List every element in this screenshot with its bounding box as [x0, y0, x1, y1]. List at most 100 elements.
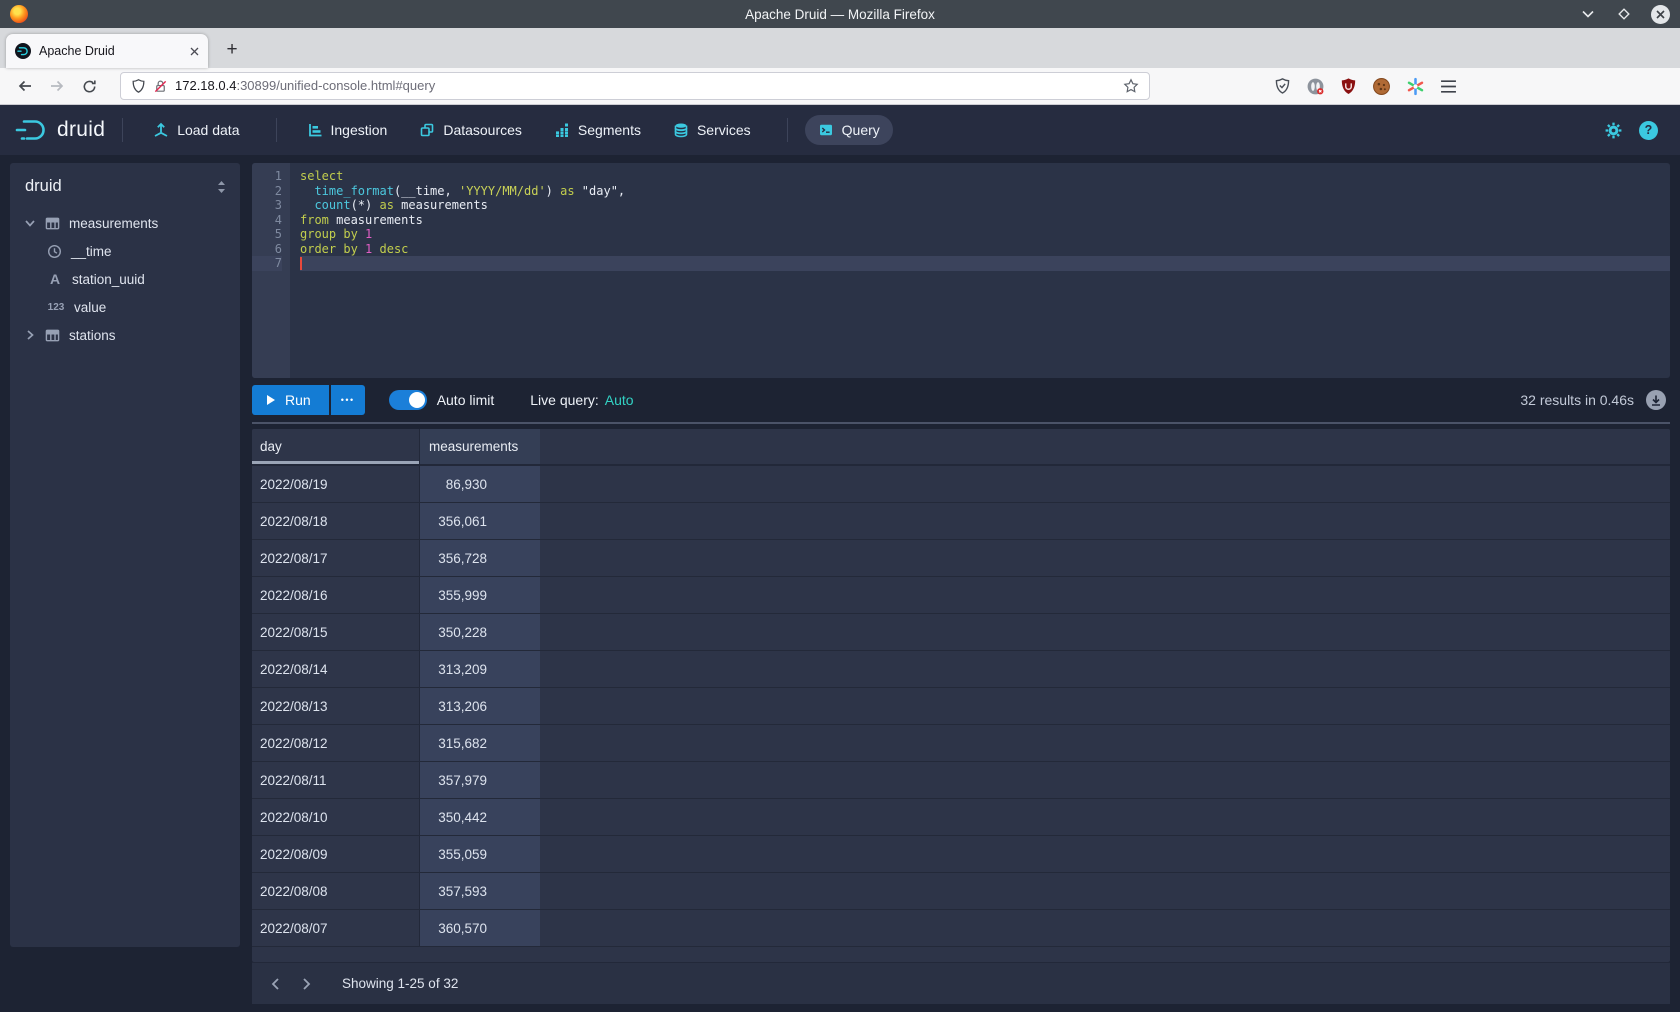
sidebar-item-measurements[interactable]: measurements [10, 209, 240, 237]
cookie-icon[interactable] [1372, 77, 1391, 96]
live-query-value[interactable]: Auto [605, 392, 634, 408]
table-row: 2022/08/12315,682 [252, 725, 1670, 762]
tab-bar: Apache Druid + [0, 28, 1680, 68]
chevron-right-icon[interactable] [24, 330, 36, 340]
druid-brand[interactable]: druid [14, 117, 105, 143]
cell-day[interactable]: 2022/08/17 [252, 540, 420, 576]
back-button[interactable] [10, 72, 40, 100]
druid-navbar: druid Load data Ingestion [0, 105, 1680, 155]
table-row: 2022/08/11357,979 [252, 762, 1670, 799]
nav-segments[interactable]: Segments [541, 115, 654, 145]
nav-label: Datasources [443, 122, 522, 138]
cell-day[interactable]: 2022/08/19 [252, 466, 420, 502]
code-line [300, 256, 1670, 271]
tab-close-icon[interactable] [190, 47, 199, 56]
reload-button[interactable] [74, 72, 104, 100]
container-mask-icon[interactable] [1306, 77, 1325, 96]
cell-measurements[interactable]: 350,442 [420, 799, 540, 835]
cell-day[interactable]: 2022/08/07 [252, 910, 420, 946]
load-data-icon [153, 122, 169, 138]
header-filler [540, 429, 1670, 464]
cell-measurements[interactable]: 313,206 [420, 688, 540, 724]
cell-measurements[interactable]: 313,209 [420, 651, 540, 687]
line-number: 2 [252, 184, 282, 199]
cell-measurements[interactable]: 86,930 [420, 466, 540, 502]
table-row: 2022/08/1986,930 [252, 466, 1670, 503]
run-more-button[interactable]: ••• [331, 385, 365, 415]
druid-logo-icon [14, 117, 50, 143]
tree-label: measurements [69, 216, 158, 231]
double-caret-icon[interactable] [216, 180, 227, 194]
play-icon [266, 394, 276, 406]
cell-day[interactable]: 2022/08/18 [252, 503, 420, 539]
new-tab-button[interactable]: + [216, 34, 248, 66]
maximize-icon[interactable] [1615, 5, 1633, 23]
cell-day[interactable]: 2022/08/10 [252, 799, 420, 835]
close-icon[interactable] [1651, 5, 1670, 24]
cell-measurements[interactable]: 357,979 [420, 762, 540, 798]
url-host: 172.18.0.4 [175, 78, 236, 93]
sidebar-item-value[interactable]: 123 value [10, 293, 240, 321]
nav-datasources[interactable]: Datasources [406, 115, 535, 145]
table-row: 2022/08/09355,059 [252, 836, 1670, 873]
cell-measurements[interactable]: 355,999 [420, 577, 540, 613]
ublock-icon[interactable] [1340, 77, 1357, 95]
run-label: Run [285, 392, 311, 408]
cell-day[interactable]: 2022/08/08 [252, 873, 420, 909]
bookmark-star-icon[interactable] [1123, 78, 1139, 94]
insecure-lock-icon[interactable] [153, 79, 168, 94]
extension-asterisk-icon[interactable] [1406, 77, 1425, 96]
column-header-measurements[interactable]: measurements [420, 429, 540, 464]
settings-gear-icon[interactable] [1604, 121, 1623, 140]
cell-day[interactable]: 2022/08/15 [252, 614, 420, 650]
live-query-label: Live query: [530, 392, 598, 408]
prev-page-icon[interactable] [262, 971, 288, 997]
cell-day[interactable]: 2022/08/13 [252, 688, 420, 724]
table-header-row: daymeasurements [252, 429, 1670, 466]
cell-measurements[interactable]: 350,228 [420, 614, 540, 650]
row-filler [540, 836, 1670, 872]
shield-icon[interactable] [131, 78, 146, 94]
cell-day[interactable]: 2022/08/12 [252, 725, 420, 761]
next-page-icon[interactable] [294, 971, 320, 997]
cell-day[interactable]: 2022/08/09 [252, 836, 420, 872]
cell-measurements[interactable]: 315,682 [420, 725, 540, 761]
nav-services[interactable]: Services [660, 115, 764, 145]
help-icon[interactable]: ? [1639, 121, 1658, 140]
url-bar[interactable]: 172.18.0.4:30899/unified-console.html#qu… [120, 72, 1150, 100]
cell-day[interactable]: 2022/08/16 [252, 577, 420, 613]
chevron-down-icon[interactable] [24, 220, 36, 227]
nav-query[interactable]: Query [805, 115, 893, 145]
nav-load-data[interactable]: Load data [140, 115, 252, 145]
forward-button[interactable] [42, 72, 72, 100]
cell-measurements[interactable]: 355,059 [420, 836, 540, 872]
sidebar-item-station-uuid[interactable]: A station_uuid [10, 265, 240, 293]
auto-limit-label: Auto limit [437, 392, 495, 408]
cell-measurements[interactable]: 360,570 [420, 910, 540, 946]
cell-measurements[interactable]: 356,061 [420, 503, 540, 539]
tab-title: Apache Druid [39, 44, 182, 58]
table-icon [45, 216, 60, 231]
cell-measurements[interactable]: 356,728 [420, 540, 540, 576]
auto-limit-toggle[interactable] [389, 390, 427, 410]
run-button[interactable]: Run [252, 385, 329, 415]
minimize-icon[interactable] [1579, 5, 1597, 23]
pocket-shield-icon[interactable] [1274, 77, 1291, 95]
table-row: 2022/08/10350,442 [252, 799, 1670, 836]
cell-measurements[interactable]: 357,593 [420, 873, 540, 909]
sql-editor[interactable]: 1234567 select time_format(__time, 'YYYY… [252, 163, 1670, 378]
column-header-day[interactable]: day [252, 429, 420, 464]
table-icon [45, 328, 60, 343]
download-icon[interactable] [1646, 390, 1666, 410]
row-filler [540, 577, 1670, 613]
nav-ingestion[interactable]: Ingestion [294, 115, 401, 145]
sidebar-item-stations[interactable]: stations [10, 321, 240, 349]
pagination-label: Showing 1-25 of 32 [342, 976, 458, 991]
sidebar-item-time[interactable]: __time [10, 237, 240, 265]
results-divider[interactable] [252, 422, 1670, 424]
cell-day[interactable]: 2022/08/14 [252, 651, 420, 687]
browser-tab[interactable]: Apache Druid [6, 34, 208, 68]
menu-hamburger-icon[interactable] [1440, 79, 1457, 94]
table-row: 2022/08/16355,999 [252, 577, 1670, 614]
cell-day[interactable]: 2022/08/11 [252, 762, 420, 798]
